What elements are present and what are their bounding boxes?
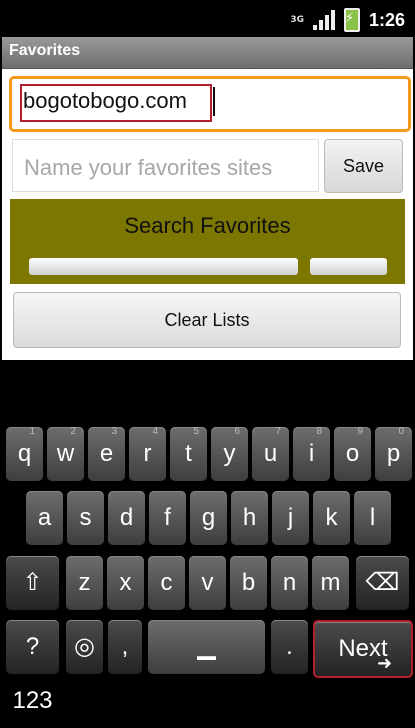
key-c-label: c xyxy=(160,569,173,596)
key-m-label: m xyxy=(320,569,341,596)
key-o[interactable]: o9 xyxy=(334,426,371,481)
network-type: 3G xyxy=(290,14,304,25)
key-p-alt-label: 0 xyxy=(398,426,404,437)
key-w[interactable]: w2 xyxy=(47,426,84,481)
key-z-label: z xyxy=(78,569,91,596)
key-f-label: f xyxy=(164,504,171,531)
key-x[interactable]: x xyxy=(107,556,144,610)
key-v[interactable]: v xyxy=(189,556,226,610)
key-t-label: t xyxy=(185,440,192,467)
key-w-label: w xyxy=(56,440,75,467)
save-button[interactable]: Save xyxy=(324,139,403,193)
key-y-alt-label: 6 xyxy=(234,426,240,437)
key-h-label: h xyxy=(242,504,257,531)
key-w-alt-label: 2 xyxy=(70,426,76,437)
shift-key-label: ⇧ xyxy=(22,569,43,596)
key-p-label: p xyxy=(386,440,401,467)
key-h[interactable]: h xyxy=(231,491,268,545)
key-i-label: i xyxy=(308,440,315,467)
search-field[interactable] xyxy=(29,258,298,275)
key-u-alt-label: 7 xyxy=(275,426,281,437)
period-key-label: . xyxy=(286,633,293,660)
key-a-label: a xyxy=(37,504,52,531)
url-value: bogotobogo.com xyxy=(23,88,187,113)
key-c[interactable]: c xyxy=(148,556,185,610)
key-o-label: o xyxy=(345,440,360,467)
backspace-key-label: ⌫ xyxy=(365,569,400,596)
comma-key[interactable]: , xyxy=(108,620,142,674)
key-q[interactable]: q1 xyxy=(6,426,43,481)
status-time: 1:26 xyxy=(368,9,405,30)
url-input[interactable]: bogotobogo.com xyxy=(9,76,411,132)
key-n-label: n xyxy=(282,569,297,596)
key-p[interactable]: p0 xyxy=(375,426,412,481)
key-a[interactable]: a xyxy=(26,491,63,545)
key-e-alt-label: 3 xyxy=(111,426,117,437)
key-o-alt-label: 9 xyxy=(357,426,363,437)
key-e[interactable]: e3 xyxy=(88,426,125,481)
favorites-app: Favorites bogotobogo.com Name your favor… xyxy=(2,37,413,360)
key-q-alt-label: 1 xyxy=(29,426,35,437)
key-j[interactable]: j xyxy=(272,491,309,545)
key-g-label: g xyxy=(201,504,216,531)
key-r-alt-label: 4 xyxy=(152,426,158,437)
key-g[interactable]: g xyxy=(190,491,227,545)
key-n[interactable]: n xyxy=(271,556,308,610)
key-b-label: b xyxy=(241,569,256,596)
status-bar: 3G 1:26 xyxy=(0,0,415,37)
period-key[interactable]: . xyxy=(271,620,308,674)
search-title: Search Favorites xyxy=(124,213,291,238)
symbols-key-label: ?123 xyxy=(12,633,53,714)
key-t[interactable]: t5 xyxy=(170,426,207,481)
search-panel: Search Favorites xyxy=(10,199,405,284)
backspace-icon[interactable]: ⌫ xyxy=(356,556,409,610)
key-t-alt-label: 5 xyxy=(193,426,199,437)
text-cursor xyxy=(213,87,215,116)
key-l[interactable]: l xyxy=(354,491,391,545)
battery-icon xyxy=(343,8,360,32)
key-e-label: e xyxy=(99,440,114,467)
symbols-key[interactable]: ?123 xyxy=(6,620,59,714)
key-j-label: j xyxy=(287,504,294,531)
comma-key-label: , xyxy=(121,633,129,660)
search-go-button[interactable] xyxy=(310,258,387,275)
key-y-label: y xyxy=(223,440,236,467)
shift-icon[interactable]: ⇧ xyxy=(6,556,59,610)
key-k-label: k xyxy=(325,504,338,531)
settings-key-label: ◎ xyxy=(74,633,95,660)
pointer-icon: ➜ xyxy=(377,653,393,674)
key-d[interactable]: d xyxy=(108,491,145,545)
key-u[interactable]: u7 xyxy=(252,426,289,481)
signal-icon xyxy=(312,10,335,30)
key-i[interactable]: i8 xyxy=(293,426,330,481)
key-f[interactable]: f xyxy=(149,491,186,545)
favorite-name-input[interactable]: Name your favorites sites xyxy=(12,139,319,192)
favorite-name-placeholder: Name your favorites sites xyxy=(24,155,273,180)
clear-lists-button[interactable]: Clear Lists xyxy=(13,292,401,348)
space-bar[interactable]: ▁ xyxy=(148,620,265,674)
key-s[interactable]: s xyxy=(67,491,104,545)
key-u-label: u xyxy=(263,440,278,467)
key-l-label: l xyxy=(369,504,376,531)
key-d-label: d xyxy=(119,504,134,531)
key-m[interactable]: m xyxy=(312,556,349,610)
key-i-alt-label: 8 xyxy=(316,426,322,437)
next-key[interactable]: Next xyxy=(313,620,413,678)
key-v-label: v xyxy=(201,569,214,596)
next-key-label: Next xyxy=(338,635,388,662)
key-r-label: r xyxy=(143,440,152,467)
key-k[interactable]: k xyxy=(313,491,350,545)
key-s-label: s xyxy=(79,504,92,531)
status-icons: 3G 1:26 xyxy=(290,8,405,32)
settings-icon[interactable]: ◎ xyxy=(66,620,103,674)
key-r[interactable]: r4 xyxy=(129,426,166,481)
space-bar-label: ▁ xyxy=(197,633,216,660)
key-b[interactable]: b xyxy=(230,556,267,610)
key-z[interactable]: z xyxy=(66,556,103,610)
page-title: Favorites xyxy=(9,42,81,59)
key-x-label: x xyxy=(119,569,132,596)
key-q-label: q xyxy=(17,440,32,467)
key-y[interactable]: y6 xyxy=(211,426,248,481)
